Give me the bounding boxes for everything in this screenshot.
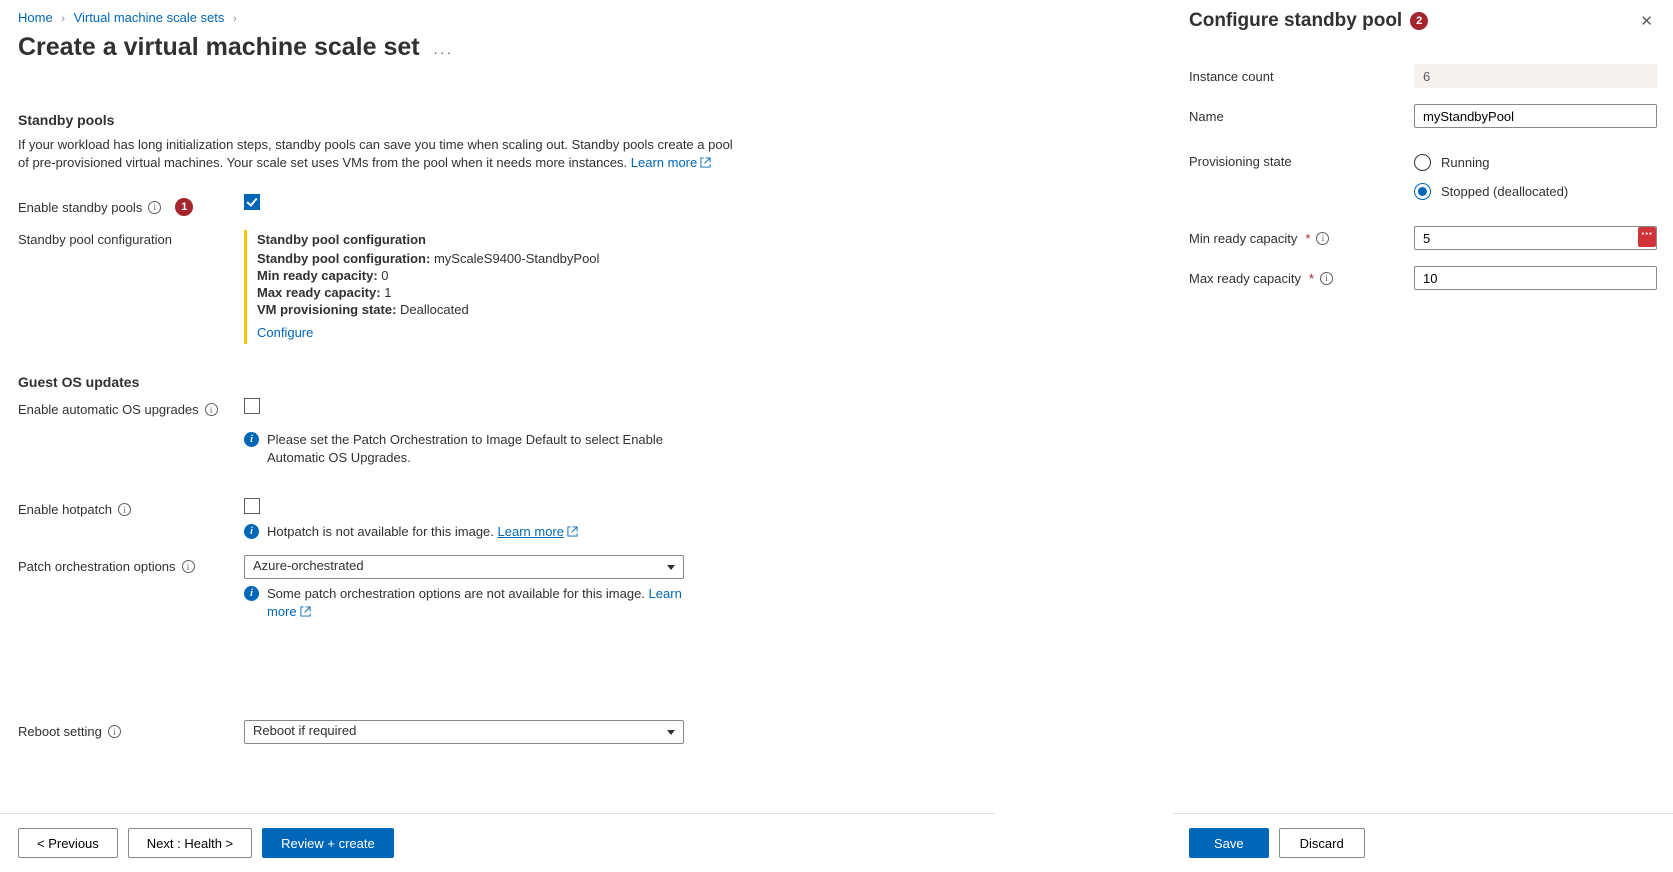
max-ready-input[interactable]: [1414, 266, 1657, 290]
enable-standby-pools-checkbox[interactable]: [244, 194, 260, 210]
footer-bar: < Previous Next : Health > Review + crea…: [0, 813, 995, 872]
discard-button[interactable]: Discard: [1279, 828, 1365, 858]
close-icon[interactable]: ✕: [1636, 8, 1657, 34]
provisioning-stopped-label: Stopped (deallocated): [1441, 184, 1568, 199]
provisioning-state-label: Provisioning state: [1189, 154, 1292, 169]
provisioning-running-radio[interactable]: [1414, 154, 1431, 171]
error-indicator-icon[interactable]: [1638, 227, 1656, 247]
review-create-button[interactable]: Review + create: [262, 828, 394, 858]
next-button[interactable]: Next : Health >: [128, 828, 252, 858]
standby-config-box: Standby pool configuration Standby pool …: [244, 230, 684, 344]
patch-orchestration-select[interactable]: Azure-orchestrated: [244, 555, 684, 579]
enable-hotpatch-checkbox[interactable]: [244, 498, 260, 514]
info-icon[interactable]: i: [148, 201, 161, 214]
info-icon[interactable]: i: [182, 560, 195, 573]
patch-orchestration-label: Patch orchestration options: [18, 559, 176, 574]
hotpatch-message: Hotpatch is not available for this image…: [267, 524, 498, 539]
configure-standby-pool-panel: Configure standby pool 2 ✕ Instance coun…: [1173, 0, 1673, 872]
breadcrumb: Home › Virtual machine scale sets ›: [18, 10, 977, 25]
reboot-setting-select[interactable]: Reboot if required: [244, 720, 684, 744]
save-button[interactable]: Save: [1189, 828, 1269, 858]
annotation-badge-2: 2: [1410, 12, 1428, 30]
enable-auto-os-checkbox[interactable]: [244, 398, 260, 414]
page-title: Create a virtual machine scale set: [18, 33, 420, 62]
configure-link[interactable]: Configure: [257, 325, 684, 340]
reboot-setting-label: Reboot setting: [18, 724, 102, 739]
guest-os-updates-heading: Guest OS updates: [18, 374, 977, 390]
info-icon[interactable]: i: [108, 725, 121, 738]
breadcrumb-home[interactable]: Home: [18, 10, 53, 25]
standby-config-label: Standby pool configuration: [18, 232, 172, 247]
patch-message: Some patch orchestration options are not…: [267, 586, 649, 601]
standby-pools-desc: If your workload has long initialization…: [18, 136, 738, 172]
panel-footer: Save Discard: [1173, 813, 1673, 872]
auto-os-message: Please set the Patch Orchestration to Im…: [267, 431, 684, 466]
name-input[interactable]: [1414, 104, 1657, 128]
panel-title: Configure standby pool 2: [1189, 10, 1428, 32]
breadcrumb-vmss[interactable]: Virtual machine scale sets: [74, 10, 225, 25]
standby-learn-more-link[interactable]: Learn more: [631, 155, 711, 170]
external-link-icon: [567, 524, 578, 535]
enable-hotpatch-label: Enable hotpatch: [18, 502, 112, 517]
annotation-badge-1: 1: [175, 198, 193, 216]
max-ready-label: Max ready capacity: [1189, 271, 1301, 286]
info-message-icon: i: [244, 432, 259, 447]
standby-pools-heading: Standby pools: [18, 112, 977, 128]
hotpatch-learn-more-link[interactable]: Learn more: [498, 524, 578, 539]
info-message-icon: i: [244, 586, 259, 601]
enable-standby-pools-label: Enable standby pools: [18, 200, 142, 215]
info-icon[interactable]: i: [205, 403, 218, 416]
external-link-icon: [700, 155, 711, 166]
provisioning-stopped-radio[interactable]: [1414, 183, 1431, 200]
name-label: Name: [1189, 109, 1224, 124]
min-ready-label: Min ready capacity: [1189, 231, 1297, 246]
external-link-icon: [300, 604, 311, 615]
instance-count-input: [1414, 64, 1657, 88]
more-icon[interactable]: ···: [433, 44, 453, 60]
provisioning-running-label: Running: [1441, 155, 1489, 170]
info-message-icon: i: [244, 524, 259, 539]
info-icon[interactable]: i: [1316, 232, 1329, 245]
min-ready-input[interactable]: [1414, 226, 1657, 250]
info-icon[interactable]: i: [1320, 272, 1333, 285]
previous-button[interactable]: < Previous: [18, 828, 118, 858]
info-icon[interactable]: i: [118, 503, 131, 516]
enable-auto-os-label: Enable automatic OS upgrades: [18, 402, 199, 417]
instance-count-label: Instance count: [1189, 69, 1274, 84]
